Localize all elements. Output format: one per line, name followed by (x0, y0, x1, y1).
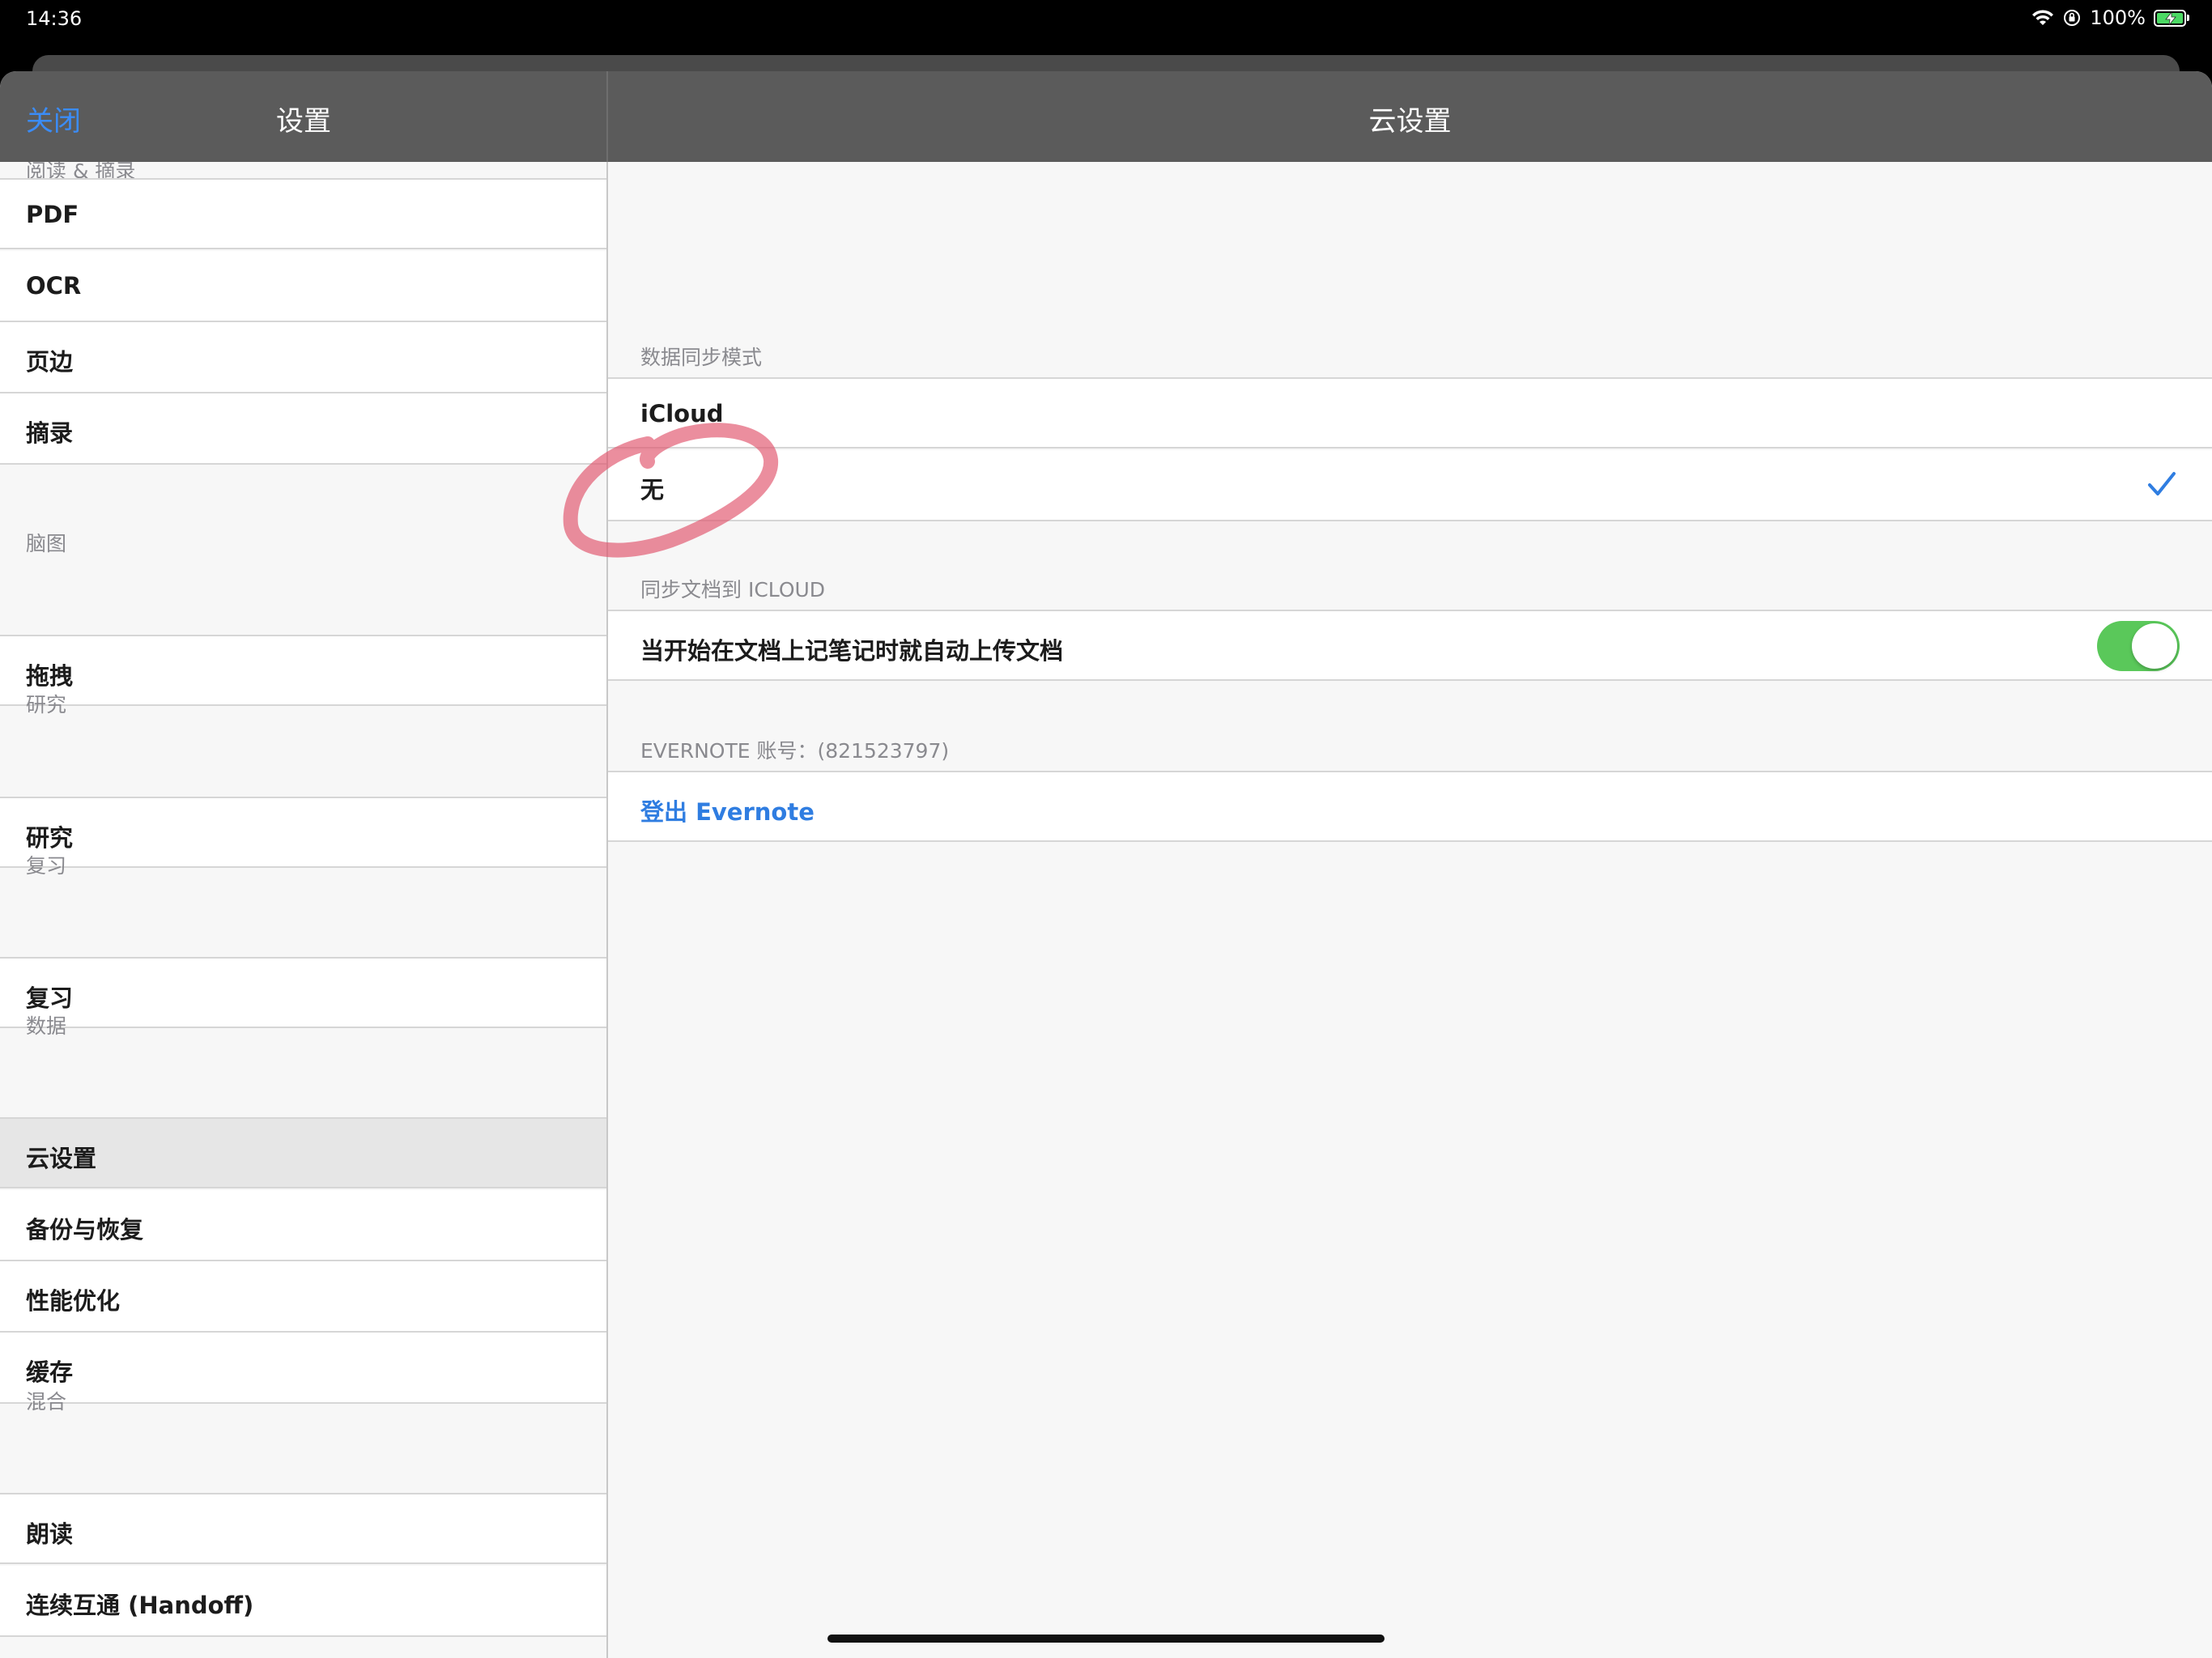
home-indicator[interactable] (827, 1635, 1385, 1643)
sidebar-item-cache[interactable]: 缓存 (0, 1333, 606, 1404)
sync-option-none[interactable]: 无 (608, 450, 2212, 521)
sidebar-item-label: 云设置 (26, 1145, 97, 1172)
sidebar-item-excerpt[interactable]: 摘录 (0, 393, 606, 465)
sidebar-item-label: 拖拽 (26, 662, 74, 690)
battery-charging-icon (2154, 9, 2189, 27)
sidebar-item-label: OCR (26, 272, 82, 300)
sidebar-item-drag[interactable]: 拖拽 (0, 635, 606, 706)
sidebar-item-label: PDF (26, 201, 79, 228)
sidebar-item-label: 性能优化 (26, 1287, 121, 1315)
settings-title: 设置 (276, 105, 331, 138)
annotation-circle (563, 423, 779, 558)
section-header-review: 复习 (26, 854, 67, 878)
checkmark-icon (2147, 471, 2176, 500)
status-bar: 14:36 100% (0, 0, 2212, 40)
sidebar-item-label: 页边 (26, 348, 74, 376)
wifi-icon (2031, 9, 2054, 27)
auto-upload-row: 当开始在文档上记笔记时就自动上传文档 (608, 610, 2212, 681)
settings-sidebar[interactable]: 阅读 & 摘录 PDF OCR 页边 摘录 脑图 拖拽 研究 研究 复习 复习 … (0, 162, 606, 1658)
cloud-settings-pane: 数据同步模式 iCloud 无 同步文档到 ICLOUD 当开始在文档上记笔记时… (608, 162, 2212, 1658)
section-header-data: 数据 (26, 1014, 67, 1038)
evernote-logout-row[interactable]: 登出 Evernote (608, 771, 2212, 842)
sidebar-item-cloud-settings[interactable]: 云设置 (0, 1117, 606, 1188)
section-header-mindmap: 脑图 (26, 532, 67, 555)
sidebar-item-label: 连续互通 (Handoff) (26, 1592, 254, 1619)
status-time: 14:36 (26, 7, 83, 30)
settings-modal: 关闭 设置 云设置 阅读 & 摘录 PDF OCR 页边 摘录 脑图 拖拽 研究… (0, 71, 2212, 1658)
auto-upload-label: 当开始在文档上记笔记时就自动上传文档 (640, 637, 1064, 665)
evernote-logout-button[interactable]: 登出 Evernote (640, 793, 815, 827)
sidebar-item-label: 朗读 (26, 1520, 74, 1548)
battery-percent: 100% (2090, 6, 2146, 29)
sidebar-item-review[interactable]: 复习 (0, 957, 606, 1028)
sidebar-item-label: 复习 (26, 984, 74, 1012)
orientation-lock-icon (2062, 8, 2082, 28)
auto-upload-toggle[interactable] (2097, 621, 2180, 671)
sidebar-item-research[interactable]: 研究 (0, 797, 606, 868)
sync-option-icloud[interactable]: iCloud (608, 377, 2212, 449)
sidebar-item-margin[interactable]: 页边 (0, 322, 606, 393)
sidebar-item-label: 备份与恢复 (26, 1216, 144, 1244)
sidebar-item-performance[interactable]: 性能优化 (0, 1261, 606, 1333)
toggle-knob (2132, 623, 2177, 669)
sidebar-item-handoff[interactable]: 连续互通 (Handoff) (0, 1566, 606, 1637)
sidebar-item-ocr[interactable]: OCR (0, 251, 606, 322)
sidebar-item-label: 研究 (26, 824, 74, 852)
section-header-misc: 混合 (26, 1390, 67, 1414)
sidebar-item-label: 缓存 (26, 1358, 74, 1386)
nav-bar: 关闭 设置 云设置 (0, 71, 2212, 162)
sidebar-item-pdf[interactable]: PDF (0, 178, 606, 249)
sidebar-item-backup-restore[interactable]: 备份与恢复 (0, 1190, 606, 1261)
section-header-icloud-docs: 同步文档到 ICLOUD (640, 578, 826, 602)
status-indicators: 100% (2031, 6, 2189, 29)
section-header-evernote: EVERNOTE 账号：(821523797) (640, 739, 950, 763)
sidebar-item-label: 摘录 (26, 419, 74, 447)
sidebar-item-read-aloud[interactable]: 朗读 (0, 1493, 606, 1564)
section-header-sync-mode: 数据同步模式 (640, 346, 763, 369)
detail-title: 云设置 (1368, 105, 1452, 138)
section-header-research: 研究 (26, 693, 67, 716)
